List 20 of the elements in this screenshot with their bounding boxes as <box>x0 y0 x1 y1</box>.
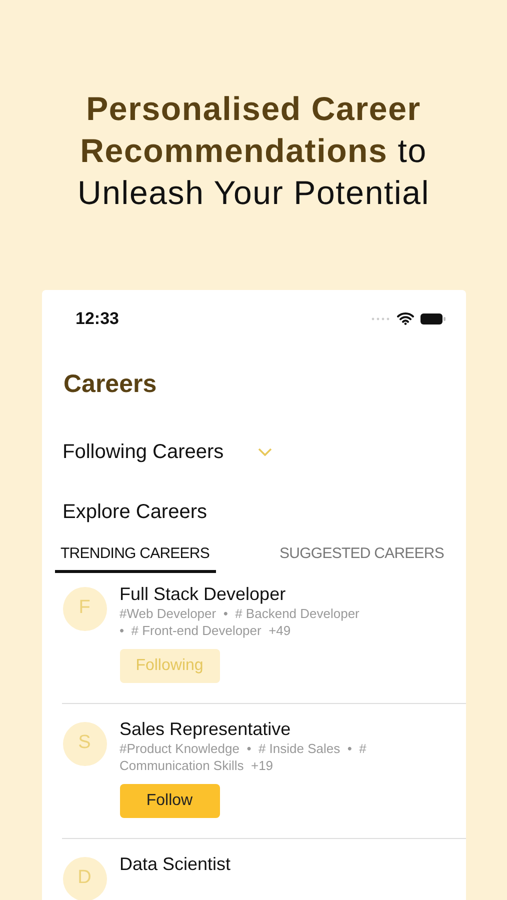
avatar: F <box>62 586 106 630</box>
page-title: Careers <box>62 368 158 400</box>
chevron-icon <box>258 448 272 456</box>
wifi-icon <box>396 312 414 326</box>
status-time: 12:33 <box>76 308 119 330</box>
avatar: D <box>62 856 106 900</box>
career-tags: #Product Knowledge • # Inside Sales • # Communication Skills +19 <box>120 740 370 774</box>
tab[interactable]: TRENDING CAREERS <box>54 543 216 572</box>
section-header[interactable]: Explore Careers <box>42 497 466 527</box>
signal-icon <box>370 316 390 321</box>
career-title: Sales Representative <box>120 718 292 740</box>
career-title: Data Scientist <box>120 852 231 874</box>
headline: Personalised Career Recommendations to Unleash Your Potential <box>76 89 431 213</box>
tab[interactable]: SUGGESTED CAREERS <box>274 543 450 572</box>
section-header[interactable]: Following Careers <box>42 437 466 467</box>
battery-icon <box>420 312 446 325</box>
avatar: S <box>62 722 106 766</box>
career-title: Full Stack Developer <box>120 582 287 604</box>
career-tags: #Web Developer • # Backend Developer • # Front-end Developer +49 <box>120 604 370 638</box>
follow-button[interactable]: Follow <box>120 784 220 818</box>
